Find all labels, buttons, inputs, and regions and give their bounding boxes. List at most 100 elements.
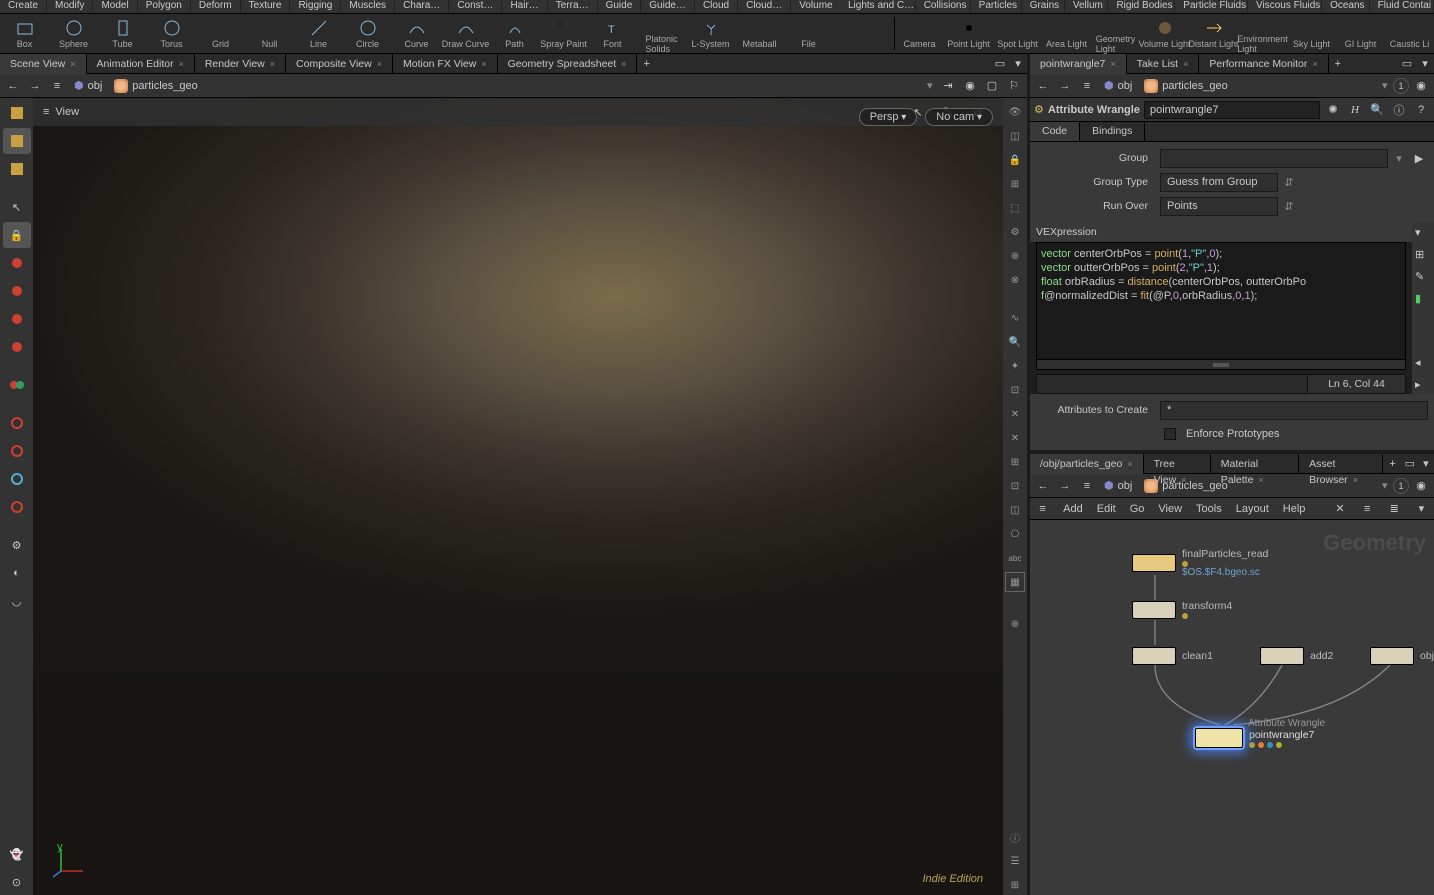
vr-globe-icon[interactable]: ⊕ — [1005, 246, 1025, 266]
shelf-grid[interactable]: Grid — [196, 14, 245, 53]
nnav-back[interactable]: ← — [1033, 476, 1053, 496]
menu-Volume[interactable]: Volume — [791, 0, 841, 13]
rpane-max-icon[interactable]: ▭ — [1398, 55, 1416, 73]
menu2-Collisions[interactable]: Collisions — [916, 0, 971, 13]
tool-xray-icon[interactable]: ⊙ — [3, 869, 31, 895]
node-transform4[interactable]: transform4 — [1132, 600, 1232, 619]
vr-max-icon[interactable]: ⊞ — [1005, 875, 1025, 895]
node-add2[interactable]: add2 — [1260, 647, 1333, 665]
menu-Cloud[interactable]: Cloud… — [738, 0, 791, 13]
globe2-icon[interactable]: ◉ — [1411, 76, 1431, 96]
rtab-pointwrangle7[interactable]: pointwrangle7× — [1030, 54, 1127, 74]
runover-dd[interactable]: ⇵ — [1282, 200, 1296, 213]
pnav-hist-icon[interactable]: ≡ — [1077, 76, 1097, 96]
vr-15-icon[interactable]: ⊞ — [1005, 452, 1025, 472]
lock-icon[interactable]: 🔒 — [3, 222, 31, 248]
menu-Terra[interactable]: Terra… — [548, 0, 598, 13]
vr-14-icon[interactable]: ✕ — [1005, 428, 1025, 448]
vex-status-input[interactable] — [1036, 374, 1308, 394]
menu-Polygon[interactable]: Polygon — [138, 0, 191, 13]
pane-menu-icon[interactable]: ▾ — [1009, 55, 1027, 73]
hdr-sun-icon[interactable]: ✺ — [1324, 101, 1342, 119]
node-pointwrangle7[interactable]: pointwrangle7 — [1195, 728, 1314, 748]
vr-guides-icon[interactable]: ⊕ — [1005, 614, 1025, 634]
shelf-null[interactable]: Null — [245, 14, 294, 53]
shelf-dil[interactable]: Distant Light — [1189, 14, 1238, 53]
tab-add[interactable]: + — [637, 56, 655, 72]
runover-select[interactable]: Points — [1160, 197, 1278, 216]
tool-o2-icon[interactable] — [3, 438, 31, 464]
flag-icon[interactable]: ⚐ — [1004, 76, 1024, 96]
menu-Rigging[interactable]: Rigging — [290, 0, 341, 13]
tool-ghost-icon[interactable]: 👻 — [3, 841, 31, 867]
vr-eye-icon[interactable]: 👁 — [1005, 102, 1025, 122]
shelf-path[interactable]: Path — [490, 14, 539, 53]
hdr-search-icon[interactable]: 🔍 — [1368, 101, 1386, 119]
tool-red2-icon[interactable] — [3, 278, 31, 304]
vr-sel-icon[interactable]: ◫ — [1005, 126, 1025, 146]
path-dd[interactable]: ▾ — [927, 79, 937, 92]
shelf-gel[interactable]: GeometryLight — [1091, 14, 1140, 53]
menu-Texture[interactable]: Texture — [241, 0, 291, 13]
menu2-Vellum[interactable]: Vellum — [1065, 0, 1109, 13]
shelf-spray[interactable]: Spray Paint — [539, 14, 588, 53]
vr-lock-icon[interactable]: 🔒 — [1005, 150, 1025, 170]
path-obj[interactable]: ⬢obj — [68, 79, 108, 92]
shelf-font[interactable]: TFont — [588, 14, 637, 53]
globe-icon[interactable]: ◉ — [960, 76, 980, 96]
menu2-ParticleFluids[interactable]: Particle Fluids — [1175, 0, 1248, 13]
snap-grid-icon[interactable] — [3, 100, 31, 126]
vex-code-editor[interactable]: vector centerOrbPos = point(1,"P",0);vec… — [1036, 242, 1406, 360]
menu-Modify[interactable]: Modify — [47, 0, 93, 13]
tool-red3-icon[interactable] — [3, 306, 31, 332]
menu-Deform[interactable]: Deform — [191, 0, 241, 13]
rtab-PerformanceMonitor[interactable]: Performance Monitor× — [1199, 54, 1328, 74]
ppath-obj[interactable]: ⬢obj — [1098, 79, 1138, 92]
box-icon[interactable]: ▢ — [982, 76, 1002, 96]
cs-2-icon[interactable]: ⊞ — [1415, 248, 1431, 264]
menu2-RigidBodies[interactable]: Rigid Bodies — [1108, 0, 1175, 13]
nmenu-Add[interactable]: Add — [1063, 503, 1083, 515]
shelf-spl[interactable]: Spot Light — [993, 14, 1042, 53]
ntab-2[interactable]: Material Palette× — [1211, 454, 1299, 474]
shelf-sphere[interactable]: Sphere — [49, 14, 98, 53]
vr-wire-icon[interactable]: ∿ — [1005, 308, 1025, 328]
ntab-0[interactable]: /obj/particles_geo× — [1030, 454, 1144, 474]
persp-badge[interactable]: Persp ▾ — [859, 108, 918, 126]
cs-5-icon[interactable]: ◂ — [1415, 356, 1431, 372]
shelf-cal[interactable]: Caustic Li — [1385, 14, 1434, 53]
tool-o3-icon[interactable] — [3, 466, 31, 492]
vr-8-icon[interactable]: ⊗ — [1005, 270, 1025, 290]
snap-pts-icon[interactable] — [3, 156, 31, 182]
snap-prims-icon[interactable] — [3, 128, 31, 154]
menu2-LightsandC[interactable]: Lights and C… — [840, 0, 916, 13]
group-dd[interactable]: ▾ — [1392, 152, 1406, 165]
shelf-box[interactable]: Box — [0, 14, 49, 53]
shelf-file[interactable]: File — [784, 14, 833, 53]
shelf-meta[interactable]: Metaball — [735, 14, 784, 53]
menu-Hair[interactable]: Hair… — [502, 0, 547, 13]
menu-Guide[interactable]: Guide… — [641, 0, 695, 13]
tool-pal-icon[interactable] — [3, 372, 31, 398]
group-input[interactable] — [1160, 149, 1388, 168]
menu-Muscles[interactable]: Muscles — [341, 0, 395, 13]
menu-Cloud[interactable]: Cloud — [695, 0, 738, 13]
nav-back[interactable]: ← — [3, 76, 23, 96]
shelf-gil[interactable]: GI Light — [1336, 14, 1385, 53]
shelf-sky[interactable]: Sky Light — [1287, 14, 1336, 53]
attrs-input[interactable]: * — [1160, 401, 1428, 420]
group-arrow-icon[interactable]: ▶ — [1410, 149, 1428, 167]
shelf-line[interactable]: Line — [294, 14, 343, 53]
grouptype-select[interactable]: Guess from Group — [1160, 173, 1278, 192]
shelf-plat[interactable]: PlatonicSolids — [637, 14, 686, 53]
vr-13-icon[interactable]: ✕ — [1005, 404, 1025, 424]
npath-obj[interactable]: ⬢obj — [1098, 479, 1138, 492]
cs-4-icon[interactable]: ▮ — [1415, 292, 1431, 308]
shelf-curve[interactable]: Curve — [392, 14, 441, 53]
menu2-Particles[interactable]: Particles — [971, 0, 1022, 13]
npin-badge[interactable]: 1 — [1393, 478, 1409, 494]
vr-zoom-icon[interactable]: 🔍 — [1005, 332, 1025, 352]
shelf-circle[interactable]: Circle — [343, 14, 392, 53]
hdr-h-icon[interactable]: H — [1346, 101, 1364, 119]
path-geo[interactable]: particles_geo — [108, 79, 203, 93]
